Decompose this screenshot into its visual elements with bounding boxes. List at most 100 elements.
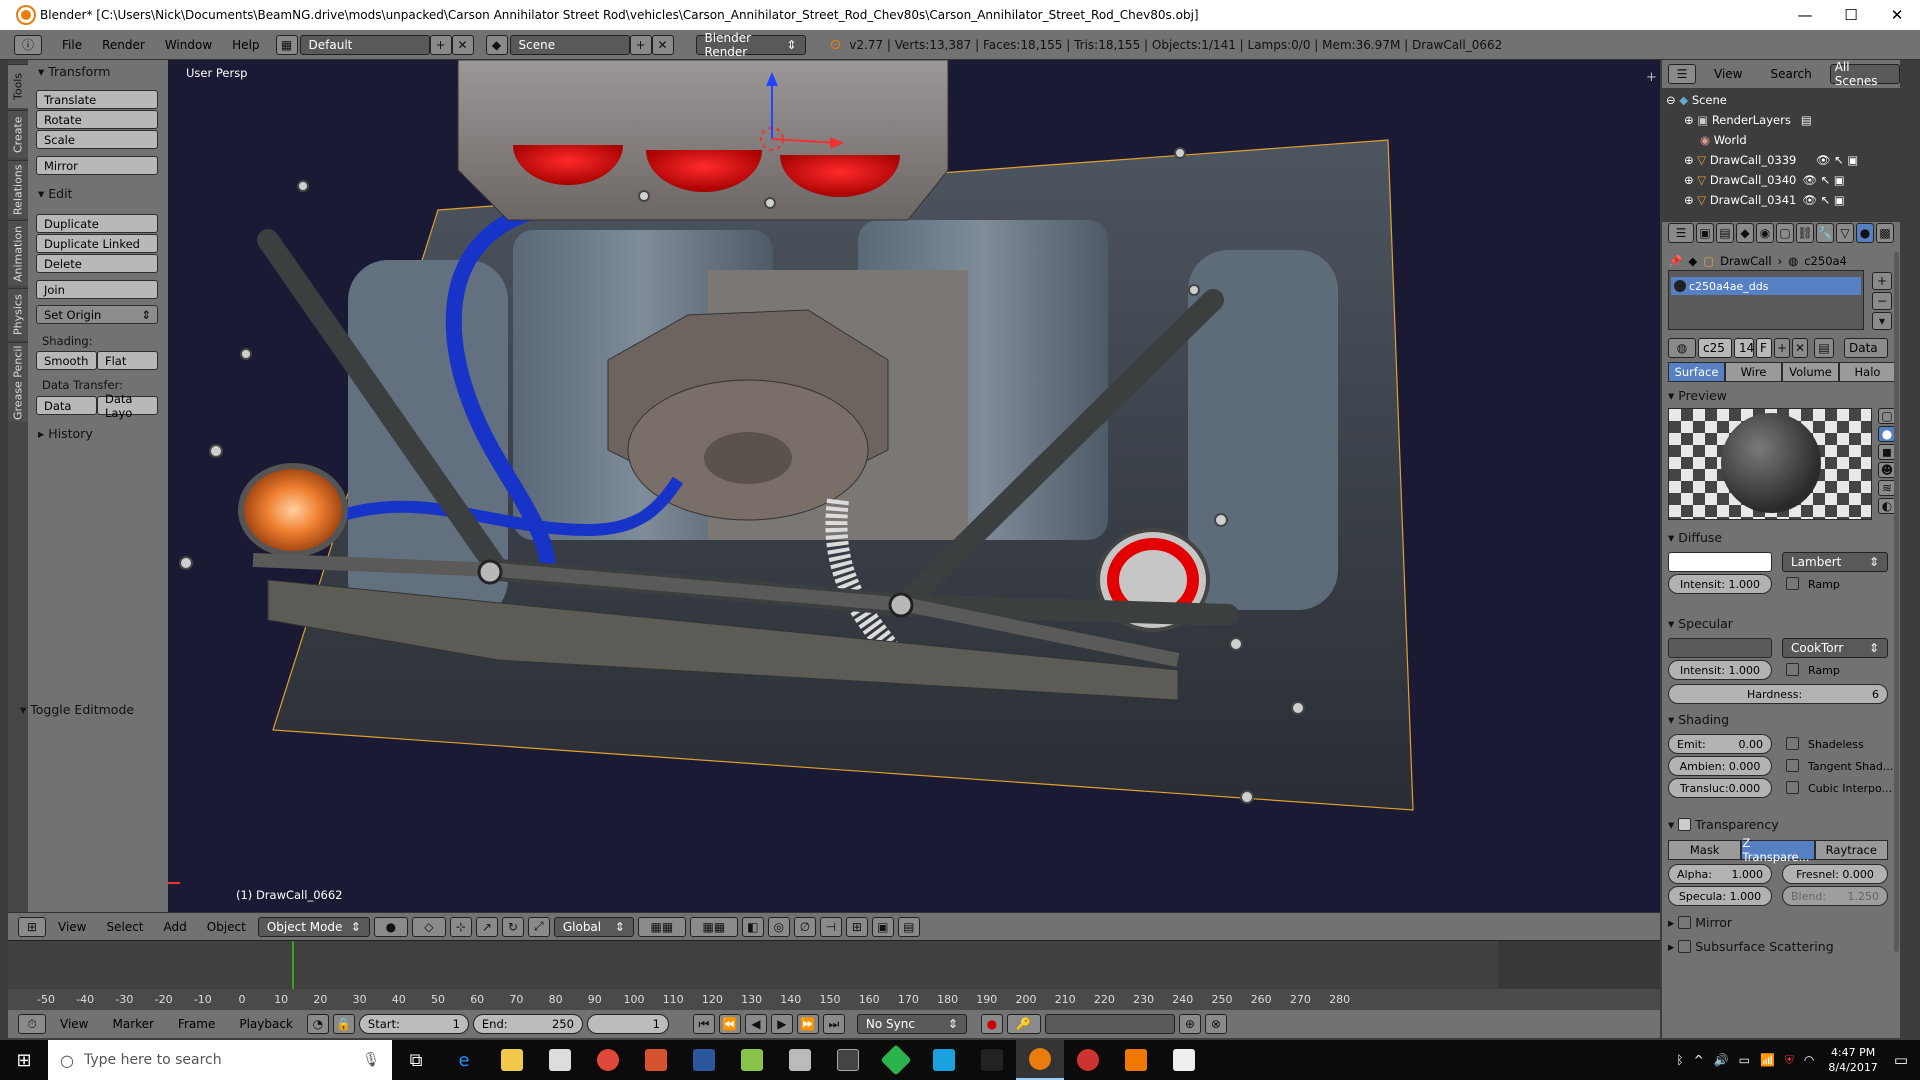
world-tab-icon[interactable]: ◉ (1756, 223, 1774, 243)
new-material-icon[interactable]: + (1774, 338, 1790, 358)
blend-field[interactable]: Blend: 1.250 (1782, 886, 1888, 906)
delete-keyframe-icon[interactable]: ⊗ (1204, 1014, 1227, 1034)
node-toggle-icon[interactable]: ▤ (1814, 338, 1834, 358)
taskbar-search-box[interactable]: ○ Type here to search 🎙 (48, 1040, 392, 1080)
set-origin-dropdown[interactable]: Set Origin ⇕ (36, 305, 158, 324)
remove-scene-icon[interactable]: ✕ (651, 34, 674, 55)
menu-help[interactable]: Help (222, 38, 269, 52)
app-icon-3[interactable] (872, 1040, 920, 1080)
flat-button[interactable]: Flat (97, 351, 158, 370)
network-icon[interactable]: 📶 (1760, 1053, 1775, 1067)
transparency-checkbox[interactable] (1678, 818, 1692, 831)
outliner-row-drawcall-0339[interactable]: ⊕ ▽ DrawCall_0339 👁 ↖ ▣ (1662, 150, 1900, 170)
photos-icon[interactable] (1160, 1040, 1208, 1080)
snap-target-icon[interactable]: ⊞ (845, 916, 868, 937)
menu-playback[interactable]: Playback (229, 1017, 303, 1031)
app-icon-1[interactable] (776, 1040, 824, 1080)
unlink-material-icon[interactable]: ✕ (1792, 338, 1808, 358)
duplicate-linked-button[interactable]: Duplicate Linked (36, 234, 158, 253)
diffuse-shader-dropdown[interactable]: Lambert ⇕ (1782, 552, 1888, 572)
visibility-eye-icon[interactable]: 👁 (1802, 193, 1817, 207)
transform-panel-header[interactable]: ▾ Transform (28, 60, 168, 82)
app-icon-5[interactable] (968, 1040, 1016, 1080)
translate-button[interactable]: Translate (36, 90, 158, 109)
maximize-button[interactable]: ☐ (1828, 0, 1874, 30)
select-arrow-icon[interactable]: ↖ (1821, 193, 1831, 207)
security-icon[interactable]: ⛨ (1785, 1053, 1794, 1068)
data-transfer-button[interactable]: Data (36, 396, 97, 415)
task-view-icon[interactable]: ⧉ (392, 1040, 440, 1080)
menu-window[interactable]: Window (155, 38, 222, 52)
edit-panel-header[interactable]: ▾ Edit (28, 182, 168, 204)
menu-marker[interactable]: Marker (102, 1017, 163, 1031)
fake-user-toggle[interactable]: F (1756, 338, 1772, 358)
outliner-filter-dropdown[interactable]: All Scenes (1829, 60, 1900, 88)
current-frame-field[interactable]: 1 (586, 1014, 669, 1034)
object-tab-icon[interactable]: ▢ (1776, 223, 1794, 243)
tab-animation[interactable]: Animation (8, 220, 28, 286)
mode-dropdown[interactable]: Object Mode ⇕ (257, 916, 370, 937)
render-camera-icon[interactable]: ▣ (1847, 153, 1858, 167)
layout-field[interactable]: Default (299, 34, 430, 55)
insert-keyframe-icon[interactable]: ⊕ (1178, 1014, 1201, 1034)
render-engine-dropdown[interactable]: Blender Render ⇕ (695, 31, 806, 59)
bluetooth-icon[interactable]: ᛒ (1676, 1053, 1683, 1067)
record-icon[interactable]: ● (980, 1014, 1003, 1034)
hardness-field[interactable]: Hardness: 6 (1668, 684, 1888, 704)
battery-icon[interactable]: ▭ (1739, 1053, 1750, 1067)
viewport-shading-icon[interactable]: ● (373, 916, 408, 937)
layers-grid-1-icon[interactable]: ▦▦ (637, 916, 686, 937)
select-arrow-icon[interactable]: ↖ (1821, 173, 1831, 187)
scene-icon[interactable]: ◆ (485, 34, 508, 55)
pivot-point-icon[interactable]: ◇ (411, 916, 446, 937)
outliner-row-drawcall-0341[interactable]: ⊕ ▽ DrawCall_0341 👁 ↖ ▣ (1662, 190, 1900, 210)
powerpoint-icon[interactable] (632, 1040, 680, 1080)
preview-panel-header[interactable]: ▾ Preview (1668, 388, 1727, 403)
notifications-icon[interactable]: ▭ (1894, 1051, 1908, 1069)
render-icon[interactable]: ▤ (1801, 113, 1812, 127)
material-users-count[interactable]: 14 (1734, 338, 1754, 358)
wifi-icon[interactable]: ◠ (1804, 1053, 1814, 1067)
opengl-anim-icon[interactable]: ▤ (897, 916, 920, 937)
specular-panel-header[interactable]: ▾ Specular (1668, 616, 1733, 631)
tab-physics[interactable]: Physics (8, 288, 28, 340)
diffuse-color-swatch[interactable] (1668, 552, 1772, 572)
visibility-eye-icon[interactable]: 👁 (1802, 173, 1817, 187)
tray-chevron-icon[interactable]: ^ (1694, 1053, 1704, 1067)
keying-set-icon[interactable]: 🔑 (1006, 1014, 1041, 1034)
mirror-checkbox[interactable] (1678, 916, 1692, 929)
remove-layout-icon[interactable]: ✕ (451, 34, 474, 55)
select-arrow-icon[interactable]: ↖ (1834, 153, 1844, 167)
close-button[interactable]: ✕ (1874, 0, 1920, 30)
menu-render[interactable]: Render (92, 38, 155, 52)
specular-intensity-field[interactable]: Intensit: 1.000 (1668, 660, 1772, 680)
menu-object[interactable]: Object (199, 920, 254, 934)
lock-time-cursor-icon[interactable]: 🔒 (332, 1014, 355, 1034)
editor-type-icon[interactable]: ⊞ (18, 916, 46, 937)
smooth-button[interactable]: Smooth (36, 351, 97, 370)
manipulator-toggle-icon[interactable]: ⊹ (449, 916, 472, 937)
texture-tab-icon[interactable]: ▩ (1876, 223, 1894, 243)
jump-end-icon[interactable]: ⏭ (822, 1014, 845, 1034)
expand-icon[interactable]: ⊕ (1684, 193, 1694, 207)
add-slot-icon[interactable]: + (1872, 272, 1892, 290)
shadeless-checkbox[interactable] (1786, 737, 1799, 750)
data-layout-button[interactable]: Data Layo (97, 392, 158, 420)
tangent-shading-checkbox[interactable] (1786, 759, 1799, 772)
play-icon[interactable]: ▶ (770, 1014, 793, 1034)
sss-panel-header[interactable]: ▸ Subsurface Scattering (1668, 938, 1834, 954)
translucency-field[interactable]: Transluc:0.000 (1668, 778, 1772, 798)
add-layout-icon[interactable]: + (429, 34, 452, 55)
tab-raytrace[interactable]: Raytrace (1814, 840, 1888, 860)
outliner-search-menu[interactable]: Search (1760, 67, 1821, 81)
tab-tools[interactable]: Tools (8, 64, 28, 108)
app-icon-2[interactable] (824, 1040, 872, 1080)
screen-layout-icon[interactable]: ▦ (275, 34, 298, 55)
mirror-button[interactable]: Mirror (36, 156, 158, 175)
slot-menu-icon[interactable]: ▾ (1872, 312, 1892, 330)
orientation-dropdown[interactable]: Global ⇕ (553, 916, 634, 937)
start-frame-field[interactable]: Start: 1 (358, 1014, 469, 1034)
expand-icon[interactable]: ⊕ (1684, 153, 1694, 167)
remove-slot-icon[interactable]: − (1872, 292, 1892, 310)
editor-type-icon[interactable]: ⏱ (18, 1014, 46, 1034)
